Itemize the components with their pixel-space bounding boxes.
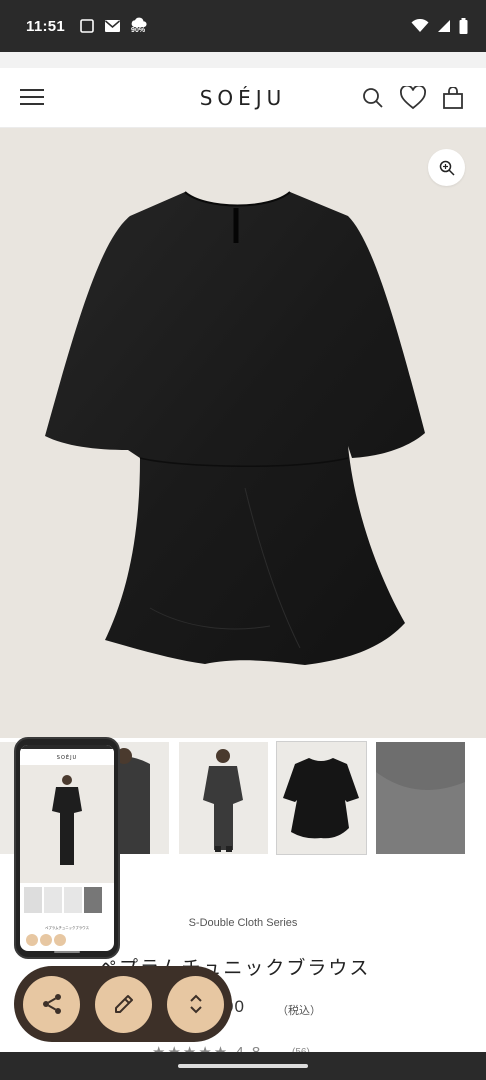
- share-button[interactable]: [23, 975, 80, 1033]
- status-bar: 11:51 90%: [0, 0, 486, 52]
- product-main-image[interactable]: [0, 128, 486, 738]
- tax-label: （税込）: [277, 1005, 321, 1017]
- expand-collapse-icon: [189, 994, 202, 1014]
- notification-icons: 90%: [79, 16, 148, 36]
- menu-icon[interactable]: [20, 89, 44, 107]
- home-gesture-pill[interactable]: [178, 1064, 308, 1068]
- preview-screen: SOÉJU ペプラムチュニックブラウス: [20, 745, 114, 951]
- preview-handle: [54, 951, 80, 953]
- wifi-icon: [411, 19, 429, 32]
- thumbnail-model-front[interactable]: [179, 742, 268, 854]
- system-icons: [411, 18, 468, 34]
- expand-collapse-button[interactable]: [167, 975, 224, 1033]
- screenshot-action-toolbar: [14, 966, 232, 1042]
- search-icon[interactable]: [359, 84, 387, 112]
- edit-icon: [114, 995, 133, 1013]
- screenshot-icon: [80, 19, 94, 33]
- page-top-strip: [0, 52, 486, 68]
- zoom-in-button[interactable]: [428, 149, 465, 186]
- mail-icon: [105, 20, 121, 32]
- battery-icon: [459, 18, 468, 34]
- cart-bag-icon[interactable]: [439, 84, 467, 112]
- signal-icon: [438, 20, 450, 32]
- screenshot-preview-thumbnail[interactable]: SOÉJU ペプラムチュニックブラウス: [14, 737, 120, 959]
- thumbnail-blouse-flat[interactable]: [276, 741, 367, 855]
- edit-button[interactable]: [95, 975, 152, 1033]
- status-time: 11:51: [26, 17, 66, 35]
- share-icon: [42, 994, 61, 1014]
- site-header: SOÉJU: [0, 68, 486, 128]
- weather-badge: 90%: [131, 27, 146, 34]
- thumbnail-fabric-detail[interactable]: [376, 742, 465, 854]
- blouse-image: [45, 191, 425, 665]
- zoom-in-icon: [439, 160, 455, 176]
- preview-product-name: ペプラムチュニックブラウス: [45, 925, 90, 930]
- weather-icon: 90%: [130, 16, 148, 36]
- heart-icon[interactable]: [399, 84, 427, 112]
- preview-logo: SOÉJU: [57, 753, 77, 761]
- system-nav-bar: [0, 1052, 486, 1080]
